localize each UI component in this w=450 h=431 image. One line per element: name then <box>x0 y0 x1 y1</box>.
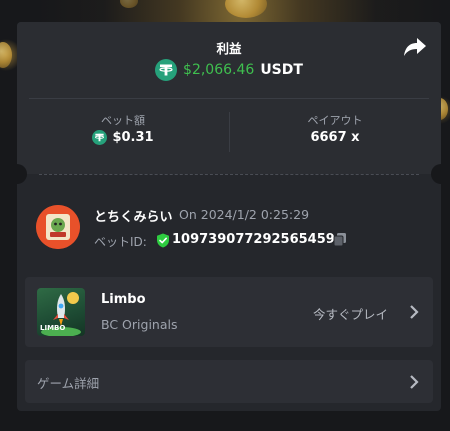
game-provider: BC Originals <box>101 317 178 332</box>
bet-id-label: ベットID: <box>94 235 147 249</box>
payout-value: 6667 x <box>310 130 360 145</box>
username[interactable]: とちくみらい <box>94 206 173 225</box>
chevron-right-icon[interactable] <box>409 375 419 389</box>
usdt-icon <box>155 59 178 81</box>
payout-label: ペイアウト <box>307 114 363 127</box>
play-now-link[interactable]: 今すぐプレイ <box>313 304 388 323</box>
game-details-label: ゲーム詳細 <box>37 376 100 391</box>
profit-amount-row: $2,066.46 USDT <box>17 58 441 82</box>
bet-datetime: On 2024/1/2 0:25:29 <box>179 207 310 222</box>
profit-amount: $2,066.46 <box>183 62 255 78</box>
ticket-notch-right <box>431 164 441 184</box>
avatar[interactable] <box>36 205 80 249</box>
verified-shield-icon <box>157 233 169 248</box>
profit-title: 利益 <box>216 41 242 56</box>
chevron-right-icon[interactable] <box>409 305 419 319</box>
bet-amount-value: $0.31 <box>112 130 154 145</box>
ticket-divider <box>39 174 419 175</box>
usdt-icon <box>92 130 108 145</box>
bet-amount-value-row: $0.31 <box>17 130 229 145</box>
game-row[interactable]: LIMBO Limbo BC Originals 今すぐプレイ <box>25 277 433 347</box>
bet-id-value: 109739077292565459 <box>172 232 335 247</box>
profit-currency: USDT <box>260 62 303 78</box>
divider <box>29 98 429 99</box>
copy-icon[interactable] <box>333 232 347 247</box>
share-icon[interactable] <box>403 36 427 58</box>
game-thumbnail-label: LIMBO <box>40 324 66 332</box>
bet-detail-card: 利益 $2,066.46 USDT ベット額 $0.31 ペイアウト 6667 … <box>17 22 441 411</box>
game-thumbnail: LIMBO <box>37 288 85 336</box>
game-details-row[interactable]: ゲーム詳細 <box>25 360 433 403</box>
bet-amount-label: ベット額 <box>101 114 145 127</box>
game-name: Limbo <box>101 292 146 307</box>
